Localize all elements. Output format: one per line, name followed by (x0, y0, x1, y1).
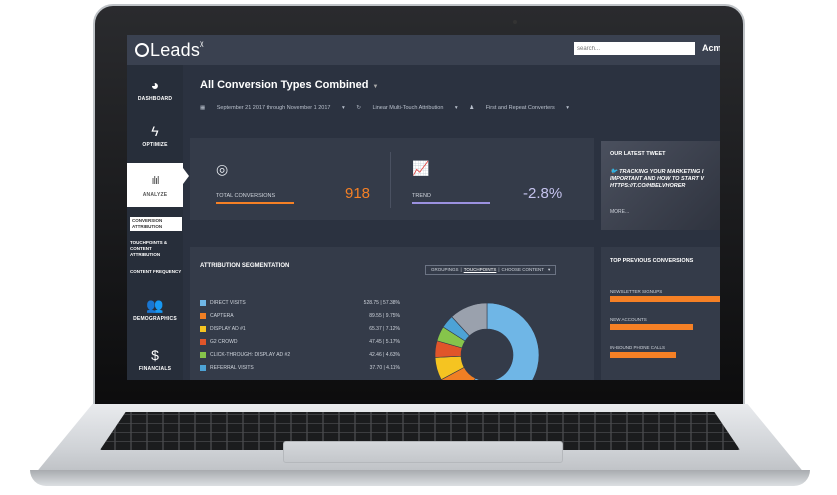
previous-conversions-heading: TOP PREVIOUS CONVERSIONS (610, 258, 694, 264)
kpi-card: ◎ TOTAL CONVERSIONS 918 📈 TREND -2.8% (190, 138, 594, 220)
app-logo[interactable]: Leadsᵡ (135, 40, 204, 61)
laptop-front-edge (30, 470, 810, 486)
sidebar: ◕ DASHBOARD ϟ OPTIMIZE ılıl ANALYZE CONV… (127, 65, 183, 380)
tweet-text-body: TRACKING YOUR MARKETING I IMPORTANT AND … (610, 169, 705, 189)
tab-touchpoints[interactable]: TOUCHPOINTS (464, 267, 497, 272)
latest-tweet-card: OUR LATEST TWEET 🐦 TRACKING YOUR MARKETI… (601, 141, 720, 230)
segment-name: DISPLAY AD #1 (210, 326, 246, 332)
segment-row[interactable]: DISPLAY AD #1 65.37 | 7.12% (200, 325, 400, 334)
segment-swatch (200, 326, 206, 332)
dollar-icon: $ (151, 347, 159, 363)
segmentation-donut-chart[interactable] (427, 295, 547, 380)
target-icon: ◎ (216, 161, 229, 177)
kpi-total-conversions-label: TOTAL CONVERSIONS (216, 193, 276, 199)
subnav-content-frequency[interactable]: CONTENT FREQUENCY (130, 269, 182, 275)
segment-value: 65.37 | 7.12% (369, 326, 400, 332)
segment-name: G2 CROWD (210, 339, 238, 345)
app-screen: Leadsᵡ Acm ◕ DASHBOARD ϟ OPTIMIZE ılıl A… (127, 35, 720, 380)
tweet-more-link[interactable]: MORE... (610, 209, 629, 215)
tweet-text[interactable]: 🐦 TRACKING YOUR MARKETING I IMPORTANT AN… (610, 169, 720, 190)
previous-item-label: NEWSLETTER SIGNUPS (610, 289, 663, 294)
chevron-down-icon: ▼ (372, 84, 379, 90)
filter-bar: ▦ September 21 2017 through November 1 2… (200, 105, 579, 111)
previous-item-bar[interactable] (610, 352, 676, 358)
sidebar-item-demographics[interactable]: 👥 DEMOGRAPHICS (127, 297, 183, 322)
segment-name: CLICK-THROUGH: DISPLAY AD #2 (210, 352, 291, 358)
sidebar-item-analyze[interactable]: ılıl ANALYZE (127, 163, 183, 207)
segment-value: 37.70 | 4.11% (369, 365, 400, 371)
kpi-total-conversions-value: 918 (345, 185, 371, 202)
kpi-trend-bar (412, 202, 490, 204)
segment-swatch (200, 313, 206, 319)
segment-value: 47.45 | 5.17% (369, 339, 400, 345)
page-title[interactable]: All Conversion Types Combined ▼ (200, 79, 378, 91)
attribution-model-filter[interactable]: ↻ Linear Multi-Touch Attribution ▾ (356, 105, 457, 111)
previous-item-label: NEW ACCOUNTS (610, 317, 647, 322)
kpi-trend-label: TREND (412, 193, 431, 199)
webcam (513, 20, 517, 24)
segment-value: 528.75 | 57.38% (363, 300, 400, 306)
segment-value: 89.55 | 9.75% (369, 313, 400, 319)
segment-row[interactable]: REFERRAL VISITS 37.70 | 4.11% (200, 364, 400, 373)
sidebar-item-dashboard[interactable]: ◕ DASHBOARD (127, 77, 183, 102)
people-icon: 👥 (146, 297, 164, 313)
segment-swatch (200, 352, 206, 358)
segment-swatch (200, 300, 206, 306)
calendar-icon: ▦ (200, 105, 207, 111)
laptop-trackpad (283, 441, 563, 463)
person-icon: ♟ (469, 105, 476, 111)
sidebar-item-optimize[interactable]: ϟ OPTIMIZE (127, 123, 183, 148)
tab-groupings[interactable]: GROUPINGS (431, 267, 459, 272)
segment-name: REFERRAL VISITS (210, 365, 254, 371)
tweet-heading: OUR LATEST TWEET (610, 151, 666, 157)
date-range-filter[interactable]: ▦ September 21 2017 through November 1 2… (200, 105, 345, 111)
active-nav-pointer (183, 168, 189, 184)
kpi-total-conversions-bar (216, 202, 294, 204)
previous-item-bar[interactable] (610, 324, 693, 330)
segment-name: DIRECT VISITS (210, 300, 246, 306)
refresh-icon: ↻ (356, 105, 363, 111)
kpi-trend-value: -2.8% (523, 185, 563, 202)
segment-name: CAPTERA (210, 313, 234, 319)
tab-choose-content[interactable]: CHOOSE CONTENT (502, 267, 545, 272)
sidebar-item-label: DEMOGRAPHICS (133, 316, 177, 322)
subnav-touchpoints[interactable]: TOUCHPOINTS & CONTENT ATTRIBUTION (130, 240, 182, 258)
logo-text: Leads (150, 40, 201, 60)
segmentation-heading: ATTRIBUTION SEGMENTATION (200, 263, 290, 269)
segment-swatch (200, 365, 206, 371)
sidebar-item-label: OPTIMIZE (142, 142, 168, 148)
page-title-text: All Conversion Types Combined (200, 79, 369, 91)
previous-item-bar[interactable] (610, 296, 720, 302)
sidebar-item-financials[interactable]: $ FINANCIALS (127, 347, 183, 372)
logo-mark-icon: ᵡ (200, 40, 204, 51)
top-bar: Leadsᵡ Acm (127, 35, 720, 65)
converter-type-text: First and Repeat Converters (485, 105, 555, 111)
segment-row[interactable]: DIRECT VISITS 528.75 | 57.38% (200, 299, 400, 308)
chevron-down-icon: ▾ (548, 267, 551, 272)
segment-value: 42.46 | 4.63% (369, 352, 400, 358)
segment-row[interactable]: G2 CROWD 47.45 | 5.17% (200, 338, 400, 347)
gauge-icon: ◕ (150, 77, 160, 93)
segmentation-tabs: GROUPINGS | TOUCHPOINTS | CHOOSE CONTENT ▾ (425, 265, 557, 275)
twitter-bird-icon: 🐦 (610, 169, 620, 175)
sidebar-item-label: ANALYZE (142, 192, 168, 198)
kpi-divider (390, 152, 391, 208)
sidebar-item-label: DASHBOARD (137, 96, 173, 102)
search-input[interactable] (574, 42, 695, 55)
trend-icon: 📈 (412, 160, 430, 176)
account-name[interactable]: Acm (702, 43, 720, 53)
segment-swatch (200, 339, 206, 345)
logo-ring-icon (135, 43, 149, 57)
sidebar-item-label: FINANCIALS (138, 366, 172, 372)
date-range-text: September 21 2017 through November 1 201… (216, 105, 331, 111)
attribution-model-text: Linear Multi-Touch Attribution (372, 105, 444, 111)
converter-type-filter[interactable]: ♟ First and Repeat Converters ▾ (469, 105, 569, 111)
subnav-conversion-attribution[interactable]: CONVERSION ATTRIBUTION (130, 217, 182, 231)
segment-row[interactable]: CAPTERA 89.55 | 9.75% (200, 312, 400, 321)
segment-row[interactable]: CLICK-THROUGH: DISPLAY AD #2 42.46 | 4.6… (200, 351, 400, 360)
bar-chart-icon: ılıl (151, 175, 160, 187)
lightning-icon: ϟ (151, 123, 159, 139)
previous-item-label: IN-BOUND PHONE CALLS (610, 345, 666, 350)
previous-conversions-card (601, 247, 720, 380)
